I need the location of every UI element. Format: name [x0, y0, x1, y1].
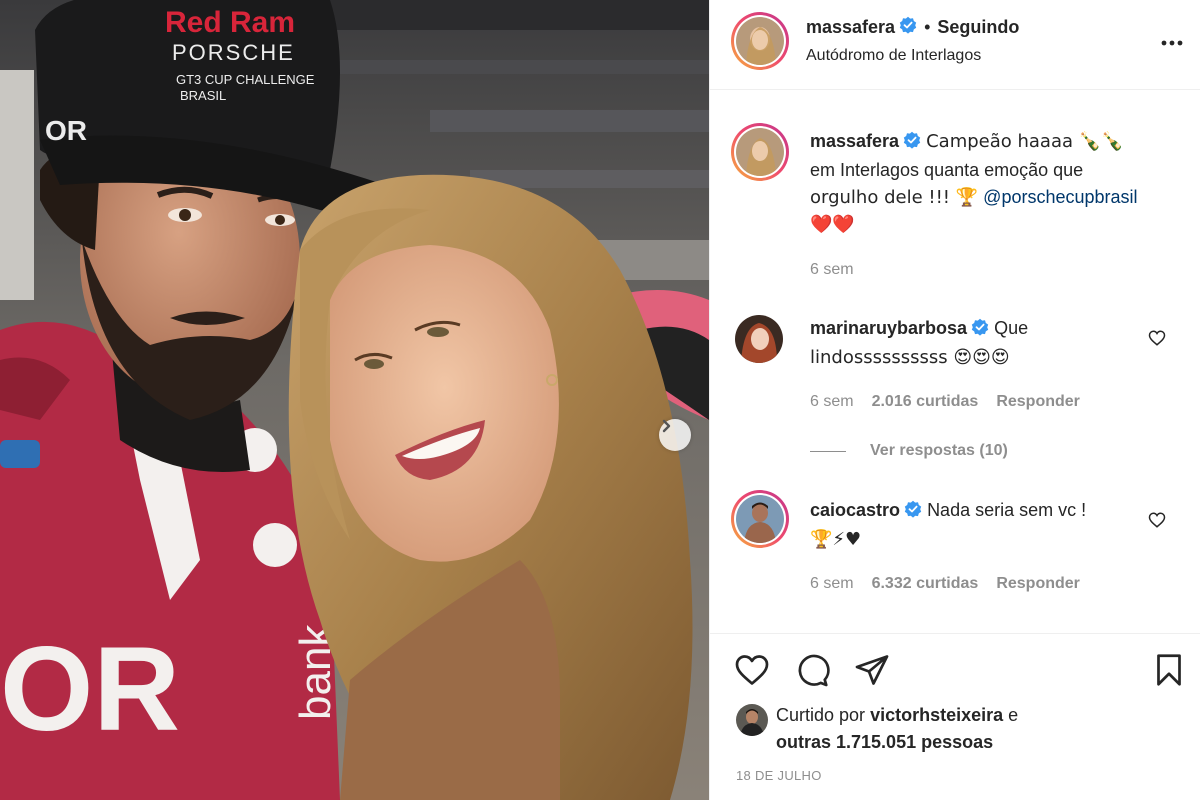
comment-2-meta: 6 sem 6.332 curtidas Responder	[810, 575, 1080, 593]
comment-2-likes[interactable]: 6.332 curtidas	[872, 575, 979, 593]
cap-text-brasil: BRASIL	[180, 88, 226, 103]
jacket-logo: OR	[0, 622, 180, 756]
post-actions: Curtido por victorhsteixeira e outras 1.…	[710, 633, 1200, 800]
caption-text-line2: em Interlagos quanta emoção que	[810, 160, 1084, 180]
author-avatar[interactable]	[731, 12, 789, 70]
caption-author-avatar[interactable]	[731, 123, 789, 181]
comment-icon[interactable]	[794, 652, 830, 688]
avatar-image	[736, 495, 784, 543]
comment-1: marinaruybarbosa Que lindossssssssss 😍😍😍	[810, 315, 1140, 371]
heart-icon[interactable]	[734, 652, 770, 688]
comment-1-likes[interactable]: 2.016 curtidas	[872, 393, 979, 411]
comments-section[interactable]: massafera Campeão haaaa 🍾🍾 em Interlagos…	[710, 91, 1200, 632]
verified-badge-icon	[904, 499, 922, 526]
liked-by-suffix: e	[1008, 705, 1019, 725]
avatar-image	[736, 704, 768, 736]
comment-1-text-line2: lindossssssssss 😍😍😍	[810, 347, 1010, 368]
cap-text-porsche: PORSCHE	[172, 40, 295, 65]
caption-text-line4: ❤️❤️	[810, 214, 855, 235]
post-panel: massafera • Seguindo Autódromo de Interl…	[709, 0, 1200, 800]
liked-by: Curtido por victorhsteixeira e outras 1.…	[776, 702, 1018, 756]
verified-badge-icon	[899, 16, 917, 39]
cap-text-red-ram: Red Ram	[165, 6, 295, 39]
liked-by-others[interactable]: outras 1.715.051 pessoas	[776, 732, 993, 752]
commenter-avatar[interactable]	[735, 315, 783, 363]
share-icon[interactable]	[854, 652, 890, 688]
post-header: massafera • Seguindo Autódromo de Interl…	[710, 0, 1200, 90]
more-options-icon[interactable]	[1159, 30, 1185, 56]
caption-mention-link[interactable]: @porschecupbrasil	[983, 187, 1137, 207]
comment-2-username[interactable]: caiocastro	[810, 500, 900, 520]
caption-username[interactable]: massafera	[810, 131, 899, 151]
comment-2-text-line2: 🏆⚡♥	[810, 529, 862, 550]
comment-1-meta: 6 sem 2.016 curtidas Responder	[810, 393, 1080, 411]
next-photo-button[interactable]	[659, 419, 691, 451]
post-location[interactable]: Autódromo de Interlagos	[806, 47, 981, 65]
cap-logo: OR	[45, 115, 87, 146]
avatar-image	[735, 315, 783, 363]
view-replies-label: Ver respostas (10)	[870, 442, 1008, 459]
liked-by-user[interactable]: victorhsteixeira	[870, 705, 1003, 725]
comment-2: caiocastro Nada seria sem vc ! 🏆⚡♥	[810, 497, 1140, 553]
verified-badge-icon	[903, 130, 921, 157]
caption-timestamp[interactable]: 6 sem	[810, 261, 854, 279]
commenter-avatar[interactable]	[731, 490, 789, 548]
liked-by-prefix: Curtido por	[776, 705, 866, 725]
caption-text-line1: Campeão haaaa 🍾🍾	[926, 131, 1124, 152]
comment-2-like-icon[interactable]	[1148, 511, 1166, 529]
chevron-right-icon	[662, 419, 671, 433]
following-button[interactable]: Seguindo	[937, 17, 1019, 38]
comment-2-text-line1: Nada seria sem vc !	[927, 500, 1087, 520]
comment-1-time[interactable]: 6 sem	[810, 393, 854, 411]
avatar-image	[736, 128, 784, 176]
view-replies-line	[810, 450, 846, 452]
comment-1-username[interactable]: marinaruybarbosa	[810, 318, 967, 338]
view-replies-button[interactable]: Ver respostas (10)	[810, 442, 1008, 460]
post-date[interactable]: 18 DE JULHO	[736, 768, 822, 783]
comment-1-reply-button[interactable]: Responder	[996, 393, 1080, 411]
cap-text-gt3: GT3 CUP CHALLENGE	[176, 72, 315, 87]
comment-1-like-icon[interactable]	[1148, 329, 1166, 347]
photo-illustration: OR bank Red Ram PORSCHE GT3 CUP CHALLENG…	[0, 0, 709, 800]
header-separator-dot: •	[924, 17, 931, 37]
liker-avatar[interactable]	[736, 704, 768, 736]
post-photo[interactable]: OR bank Red Ram PORSCHE GT3 CUP CHALLENG…	[0, 0, 709, 800]
comment-2-time[interactable]: 6 sem	[810, 575, 854, 593]
caption: massafera Campeão haaaa 🍾🍾 em Interlagos…	[810, 128, 1180, 238]
verified-badge-icon	[971, 317, 989, 344]
bookmark-icon[interactable]	[1151, 652, 1187, 688]
caption-text-line3: orgulho dele !!! 🏆	[810, 187, 979, 208]
avatar-image	[736, 17, 784, 65]
author-username[interactable]: massafera	[806, 17, 895, 38]
comment-1-text-line1: Que	[994, 318, 1029, 338]
comment-2-reply-button[interactable]: Responder	[996, 575, 1080, 593]
